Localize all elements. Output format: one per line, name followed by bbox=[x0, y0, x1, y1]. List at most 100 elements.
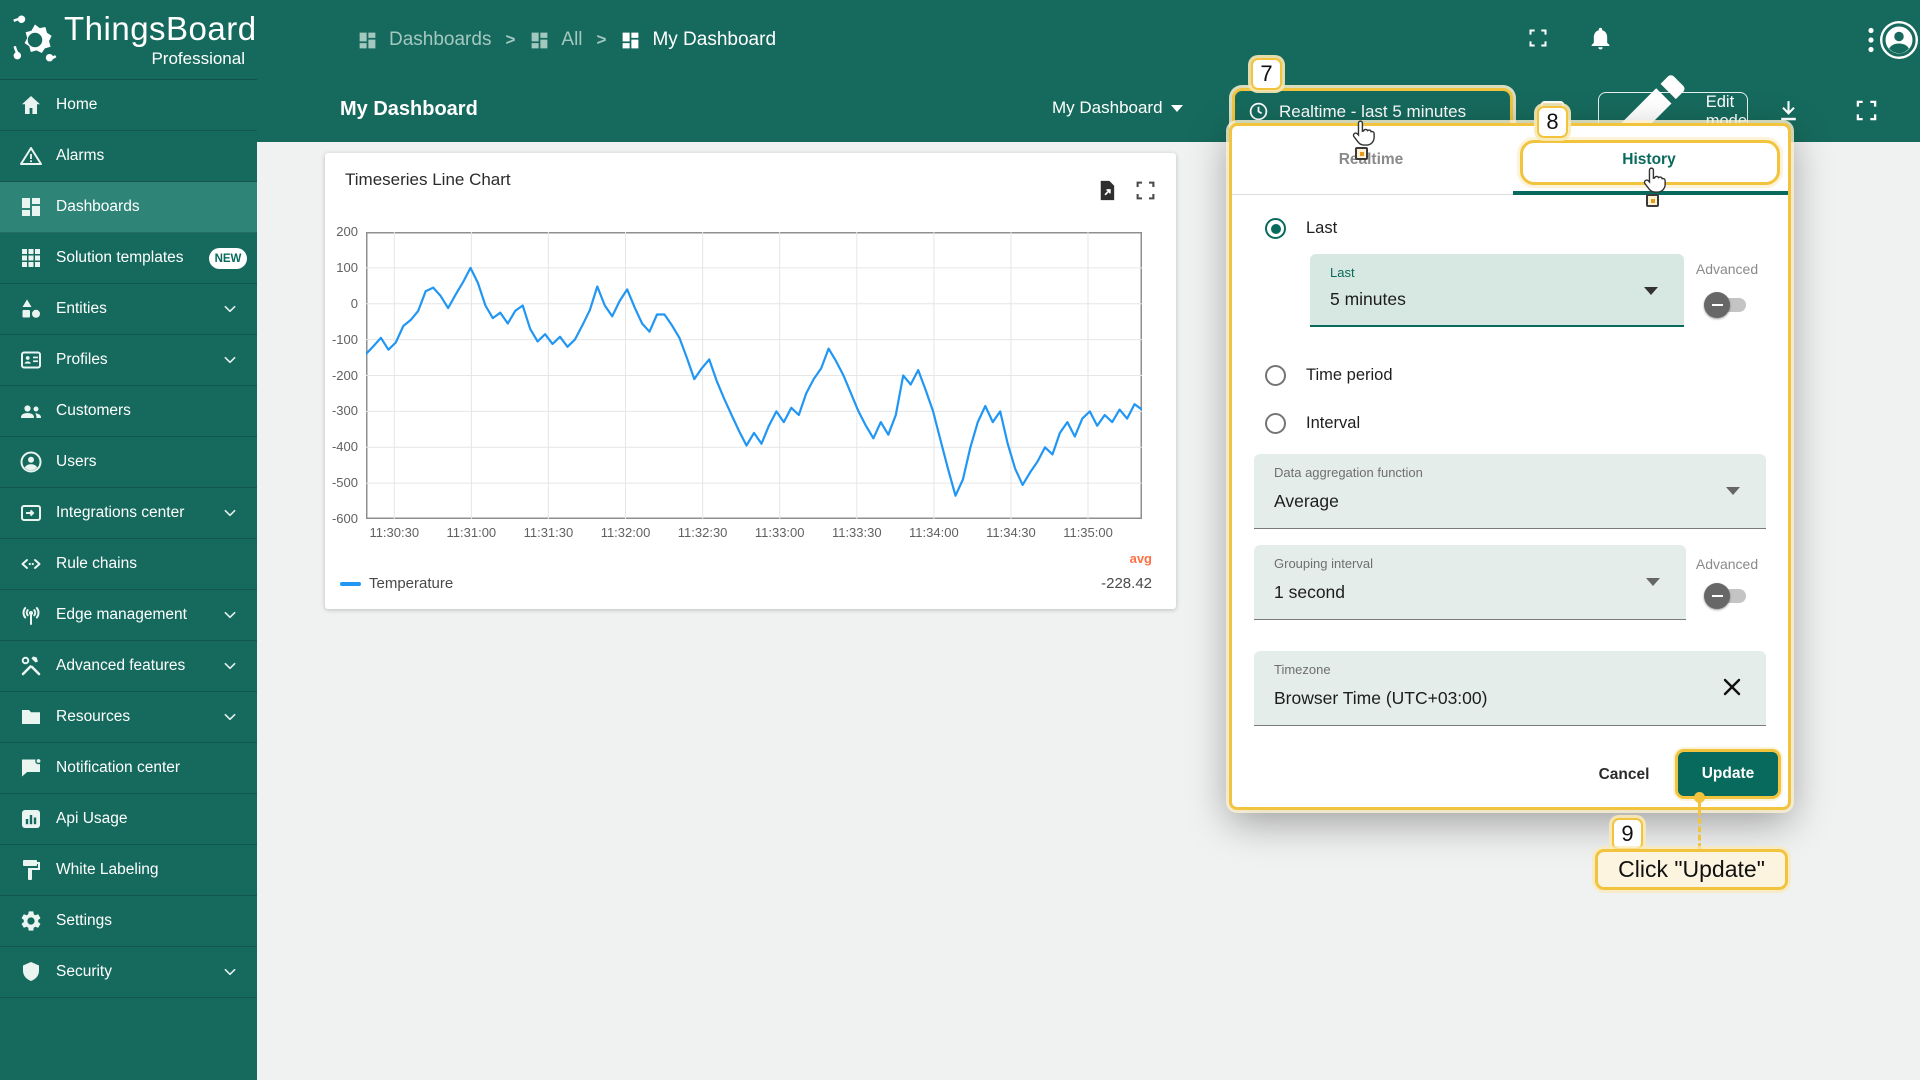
dropdown-arrow-icon bbox=[1726, 487, 1740, 495]
sidebar-item-entities[interactable]: Entities bbox=[0, 284, 257, 335]
sidebar-item-label: Customers bbox=[56, 402, 131, 419]
line-chart-plot[interactable] bbox=[366, 232, 1142, 519]
export-widget-icon[interactable] bbox=[1095, 177, 1118, 204]
apps-icon bbox=[19, 246, 43, 270]
legend-series-label[interactable]: Temperature bbox=[369, 575, 453, 592]
sidebar: ThingsBoard Professional Home Alarms Das… bbox=[0, 0, 257, 1080]
last-select-value: 5 minutes bbox=[1330, 289, 1406, 309]
sidebar-item-label: Entities bbox=[56, 300, 107, 317]
sidebar-item-notification-center[interactable]: Notification center bbox=[0, 743, 257, 794]
sidebar-item-label: White Labeling bbox=[56, 861, 159, 878]
x-axis-tick: 11:34:30 bbox=[986, 525, 1036, 540]
sidebar-item-home[interactable]: Home bbox=[0, 80, 257, 131]
aggregation-label: Data aggregation function bbox=[1274, 465, 1423, 480]
sidebar-item-resources[interactable]: Resources bbox=[0, 692, 257, 743]
breadcrumb-item-all[interactable]: All bbox=[529, 29, 583, 51]
sidebar-item-users[interactable]: Users bbox=[0, 437, 257, 488]
page-title: My Dashboard bbox=[340, 98, 478, 120]
last-value-select[interactable]: Last 5 minutes bbox=[1310, 254, 1684, 327]
chart-y-axis-labels: 200 100 0 -100 -200 -300 -400 -500 -600 bbox=[327, 224, 361, 526]
chevron-down-icon bbox=[222, 607, 238, 623]
badge-icon bbox=[19, 348, 43, 372]
sidebar-item-label: Home bbox=[56, 96, 98, 113]
interval-radio[interactable] bbox=[1265, 413, 1286, 434]
antenna-icon bbox=[19, 603, 43, 627]
timewindow-dialog: Realtime History Last Last 5 minutes Adv… bbox=[1229, 123, 1791, 810]
app-edition: Professional bbox=[151, 49, 245, 68]
dashboard-grid-icon bbox=[529, 30, 550, 51]
breadcrumb-item-my-dashboard[interactable]: My Dashboard bbox=[620, 29, 776, 51]
sidebar-item-alarms[interactable]: Alarms bbox=[0, 131, 257, 182]
gear-icon bbox=[19, 909, 43, 933]
grouping-interval-value: 1 second bbox=[1274, 582, 1346, 602]
time-period-radio[interactable] bbox=[1265, 365, 1286, 386]
chevron-down-icon bbox=[222, 964, 238, 980]
download-icon[interactable] bbox=[1776, 97, 1801, 124]
dashboard-grid-icon bbox=[357, 30, 378, 51]
chart-x-axis-labels: 11:30:30 11:31:00 11:31:30 11:32:00 11:32:30… bbox=[366, 525, 1142, 543]
sidebar-item-white-labeling[interactable]: White Labeling bbox=[0, 845, 257, 896]
annotation-connector-dot bbox=[1694, 792, 1705, 803]
sidebar-item-solution-templates[interactable]: Solution templates NEW bbox=[0, 233, 257, 284]
app-logo[interactable]: ThingsBoard Professional bbox=[0, 0, 257, 80]
widget-fullscreen-icon[interactable] bbox=[1135, 180, 1156, 201]
fullscreen-icon[interactable] bbox=[1528, 28, 1548, 48]
integration-icon bbox=[19, 501, 43, 525]
thingsboard-logo-icon bbox=[8, 12, 62, 66]
update-button[interactable]: Update bbox=[1675, 749, 1781, 799]
active-tab-indicator bbox=[1513, 191, 1788, 195]
timezone-field[interactable]: Timezone Browser Time (UTC+03:00) bbox=[1254, 651, 1766, 726]
dashboard-select-value: My Dashboard bbox=[1052, 98, 1163, 117]
sidebar-item-customers[interactable]: Customers bbox=[0, 386, 257, 437]
sidebar-item-label: Resources bbox=[56, 708, 131, 725]
sidebar-item-label: Dashboards bbox=[56, 198, 140, 215]
cancel-button[interactable]: Cancel bbox=[1576, 752, 1672, 797]
y-axis-tick: 100 bbox=[336, 259, 358, 275]
tab-realtime[interactable]: Realtime bbox=[1232, 126, 1510, 194]
sidebar-item-label: Advanced features bbox=[56, 657, 186, 674]
x-axis-tick: 11:35:00 bbox=[1063, 525, 1113, 540]
sidebar-item-api-usage[interactable]: Api Usage bbox=[0, 794, 257, 845]
timezone-label: Timezone bbox=[1274, 662, 1331, 677]
code-icon bbox=[19, 552, 43, 576]
sidebar-item-label: Settings bbox=[56, 912, 113, 929]
sidebar-item-dashboards[interactable]: Dashboards bbox=[0, 182, 257, 233]
kebab-menu-icon[interactable] bbox=[1868, 27, 1874, 53]
advanced-toggle[interactable] bbox=[1704, 583, 1750, 609]
x-axis-tick: 11:34:00 bbox=[909, 525, 959, 540]
fullscreen-icon[interactable] bbox=[1855, 99, 1878, 122]
sidebar-item-security[interactable]: Security bbox=[0, 947, 257, 998]
shield-icon bbox=[19, 960, 43, 984]
sidebar-item-settings[interactable]: Settings bbox=[0, 896, 257, 947]
last-select-label: Last bbox=[1330, 265, 1355, 280]
sidebar-item-label: Security bbox=[56, 963, 112, 980]
last-radio[interactable] bbox=[1265, 218, 1286, 239]
chevron-down-icon bbox=[222, 658, 238, 674]
dashboard-select[interactable]: My Dashboard bbox=[1052, 98, 1183, 118]
x-axis-tick: 11:32:30 bbox=[677, 525, 728, 540]
sidebar-item-label: Users bbox=[56, 453, 97, 470]
home-icon bbox=[19, 93, 43, 117]
sidebar-item-rule-chains[interactable]: Rule chains bbox=[0, 539, 257, 590]
dropdown-arrow-icon bbox=[1644, 287, 1658, 295]
sidebar-item-label: Integrations center bbox=[56, 504, 185, 521]
person-icon bbox=[19, 450, 43, 474]
sidebar-item-profiles[interactable]: Profiles bbox=[0, 335, 257, 386]
advanced-toggle[interactable] bbox=[1704, 292, 1750, 318]
sidebar-item-advanced-features[interactable]: Advanced features bbox=[0, 641, 257, 692]
x-axis-tick: 11:33:30 bbox=[831, 525, 882, 540]
sidebar-item-integrations-center[interactable]: Integrations center bbox=[0, 488, 257, 539]
breadcrumb-item-dashboards[interactable]: Dashboards bbox=[357, 29, 491, 51]
y-axis-tick: 0 bbox=[350, 295, 358, 311]
avatar[interactable] bbox=[1880, 21, 1918, 59]
clear-timezone-icon[interactable] bbox=[1720, 675, 1744, 699]
chevron-down-icon bbox=[1170, 104, 1183, 112]
notifications-bell-icon[interactable] bbox=[1588, 24, 1613, 52]
aggregation-select[interactable]: Data aggregation function Average bbox=[1254, 454, 1766, 529]
sidebar-item-label: Edge management bbox=[56, 606, 187, 623]
sidebar-item-edge-management[interactable]: Edge management bbox=[0, 590, 257, 641]
y-axis-tick: -100 bbox=[331, 331, 358, 347]
grouping-interval-select[interactable]: Grouping interval 1 second bbox=[1254, 545, 1686, 620]
step-badge-9: 9 bbox=[1612, 818, 1643, 850]
y-axis-tick: -200 bbox=[331, 367, 358, 383]
